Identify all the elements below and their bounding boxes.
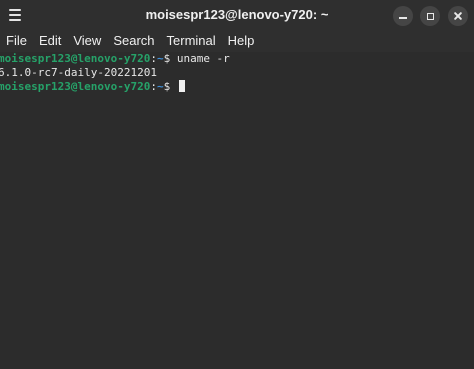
prompt-user-host: moisespr123@lenovo-y720 [0, 80, 151, 93]
prompt-path: ~ [156, 52, 164, 65]
hamburger-icon [9, 9, 21, 11]
terminal-output-area[interactable]: moisespr123@lenovo-y720:~$ uname -r 6.1.… [0, 52, 474, 369]
terminal-window: moisespr123@lenovo-y720: ~ File Edit Vie… [0, 0, 474, 369]
command-text [170, 80, 177, 93]
menu-bar: File Edit View Search Terminal Help [0, 30, 474, 52]
maximize-button[interactable] [420, 6, 440, 26]
hamburger-menu-button[interactable] [4, 4, 26, 26]
menu-edit[interactable]: Edit [33, 30, 67, 52]
command-text: uname -r [170, 52, 230, 65]
terminal-line: moisespr123@lenovo-y720:~$ uname -r [0, 52, 474, 66]
minimize-button[interactable] [393, 6, 413, 26]
text-cursor [178, 80, 185, 92]
maximize-icon [426, 12, 434, 20]
terminal-line: moisespr123@lenovo-y720:~$ [0, 80, 474, 94]
prompt-separator: : [150, 52, 157, 65]
minimize-icon [399, 17, 407, 19]
prompt-user-host: moisespr123@lenovo-y720 [0, 52, 151, 65]
menu-file[interactable]: File [0, 30, 33, 52]
prompt-separator: : [150, 80, 157, 93]
prompt-path: ~ [156, 80, 164, 93]
menu-help[interactable]: Help [222, 30, 261, 52]
close-button[interactable] [448, 6, 468, 26]
close-icon [453, 11, 463, 21]
menu-terminal[interactable]: Terminal [161, 30, 222, 52]
terminal-output-line: 6.1.0-rc7-daily-20221201 [0, 66, 157, 79]
menu-search[interactable]: Search [107, 30, 160, 52]
title-bar: moisespr123@lenovo-y720: ~ [0, 0, 474, 30]
menu-view[interactable]: View [67, 30, 107, 52]
